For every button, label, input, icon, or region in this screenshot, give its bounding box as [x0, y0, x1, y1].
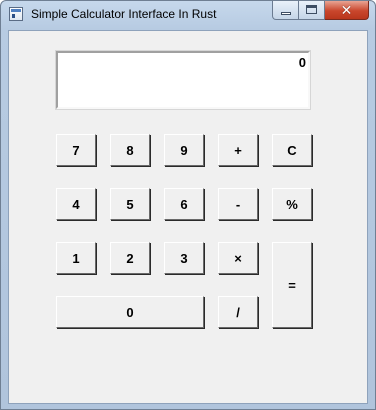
equals-button[interactable]: =: [272, 242, 312, 328]
key-2-button[interactable]: 2: [110, 242, 150, 274]
display-field[interactable]: 0: [55, 50, 311, 110]
key-3-button[interactable]: 3: [164, 242, 204, 274]
key-0-button[interactable]: 0: [56, 296, 204, 328]
divide-button[interactable]: /: [218, 296, 258, 328]
maximize-icon: [306, 5, 317, 14]
close-button[interactable]: ✕: [325, 1, 369, 20]
key-9-button[interactable]: 9: [164, 134, 204, 166]
window-title: Simple Calculator Interface In Rust: [31, 7, 217, 21]
multiply-button[interactable]: ×: [218, 242, 258, 274]
key-1-button[interactable]: 1: [56, 242, 96, 274]
clear-button[interactable]: C: [272, 134, 312, 166]
key-8-button[interactable]: 8: [110, 134, 150, 166]
key-7-button[interactable]: 7: [56, 134, 96, 166]
key-4-button[interactable]: 4: [56, 188, 96, 220]
key-5-button[interactable]: 5: [110, 188, 150, 220]
minus-button[interactable]: -: [218, 188, 258, 220]
minimize-button[interactable]: [272, 1, 299, 20]
minimize-icon: [281, 12, 291, 15]
caption-buttons: ✕: [272, 1, 369, 21]
title-bar[interactable]: Simple Calculator Interface In Rust ✕: [1, 1, 375, 29]
key-6-button[interactable]: 6: [164, 188, 204, 220]
maximize-button[interactable]: [299, 1, 325, 20]
calculator-window: Simple Calculator Interface In Rust ✕ 0 …: [0, 0, 376, 410]
close-icon: ✕: [340, 2, 353, 18]
display-value: 0: [298, 55, 306, 70]
client-area: 0 7 8 9 + C 4 5 6 - % 1 2 3 × = 0 /: [8, 30, 368, 404]
percent-button[interactable]: %: [272, 188, 312, 220]
app-window-icon[interactable]: [9, 7, 23, 21]
plus-button[interactable]: +: [218, 134, 258, 166]
